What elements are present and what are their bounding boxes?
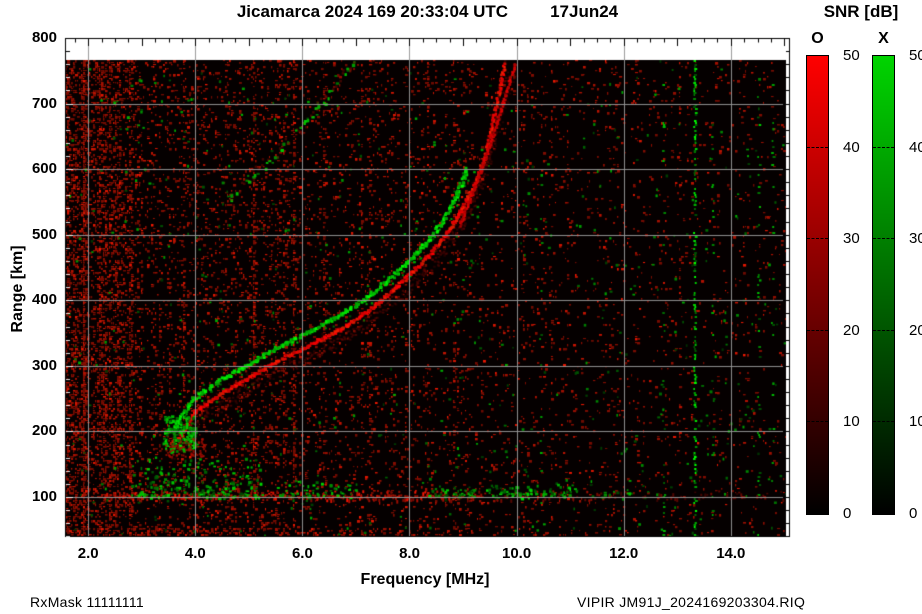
plot-title-row: Jicamarca 2024 169 20:33:04 UTC 17Jun24: [65, 2, 790, 22]
colorbar-tick-dash: [807, 330, 828, 331]
y-axis-title: Range [km]: [9, 229, 27, 349]
colorbar-tick-label: 40: [909, 139, 922, 156]
colorbar-tick-dash: [873, 330, 894, 331]
x-tick-label: 8.0: [388, 545, 432, 562]
x-tick-label: 4.0: [173, 545, 217, 562]
colorbar-title: SNR [dB]: [800, 2, 922, 22]
filename-annotation: VIPIR JM91J_2024169203304.RIQ: [577, 594, 805, 610]
y-tick-label: 400: [0, 291, 57, 308]
colorbar-x: [872, 55, 895, 515]
colorbar-tick-label: 20: [843, 322, 877, 339]
colorbar-tick-dash: [807, 421, 828, 422]
colorbar-tick-dash: [873, 147, 894, 148]
x-tick-label: 2.0: [66, 545, 110, 562]
colorbar-tick-label: 10: [843, 413, 877, 430]
y-tick-label: 800: [0, 29, 57, 46]
y-tick-label: 100: [0, 488, 57, 505]
x-tick-label: 10.0: [495, 545, 539, 562]
x-tick-label: 12.0: [602, 545, 646, 562]
y-tick-label: 300: [0, 357, 57, 374]
y-tick-label: 200: [0, 422, 57, 439]
x-mode-label: X: [872, 30, 895, 48]
ionogram-canvas: [0, 0, 922, 614]
x-tick-label: 14.0: [709, 545, 753, 562]
rxmask-annotation: RxMask 11111111: [30, 594, 144, 610]
ionogram-page: Jicamarca 2024 169 20:33:04 UTC 17Jun24 …: [0, 0, 922, 614]
colorbar-tick-label: 0: [843, 505, 877, 522]
x-axis-title: Frequency [MHz]: [275, 571, 575, 589]
colorbar-tick-dash: [873, 238, 894, 239]
page-title: Jicamarca 2024 169 20:33:04 UTC: [237, 2, 508, 22]
y-tick-label: 700: [0, 95, 57, 112]
y-tick-label: 600: [0, 160, 57, 177]
colorbar-tick-label: 10: [909, 413, 922, 430]
colorbar-tick-label: 30: [909, 230, 922, 247]
colorbar-tick-label: 20: [909, 322, 922, 339]
colorbar-tick-label: 40: [843, 139, 877, 156]
y-tick-label: 500: [0, 226, 57, 243]
colorbar-tick-label: 50: [843, 47, 877, 64]
colorbar-tick-dash: [807, 238, 828, 239]
colorbar-tick-label: 50: [909, 47, 922, 64]
x-tick-label: 6.0: [280, 545, 324, 562]
date-label: 17Jun24: [550, 2, 618, 22]
colorbar-o: [806, 55, 829, 515]
colorbar-tick-dash: [873, 421, 894, 422]
o-mode-label: O: [806, 30, 829, 48]
colorbar-tick-label: 0: [909, 505, 922, 522]
colorbar-tick-dash: [807, 147, 828, 148]
colorbar-tick-label: 30: [843, 230, 877, 247]
